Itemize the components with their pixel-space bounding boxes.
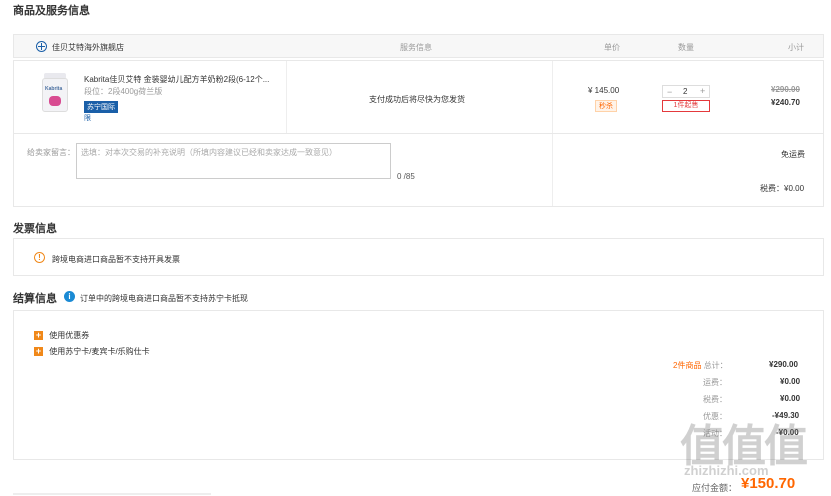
store-name[interactable]: 佳贝艾特海外旗舰店: [52, 42, 124, 53]
summary-total-row: 2件商品 总计：: [673, 360, 728, 371]
expand-card-icon: +: [34, 346, 43, 356]
product-name[interactable]: Kabrita佳贝艾特 金装婴幼儿配方羊奶粉2段(6-12个...: [84, 74, 279, 85]
watermark-site: zhizhizhi.com: [684, 463, 769, 478]
message-placeholder: 选填：对本次交易的补充说明（所填内容建议已经和卖家达成一致意见）: [81, 148, 337, 157]
qty-minus-button[interactable]: −: [667, 87, 672, 97]
col-header-subtotal: 小计: [788, 43, 804, 52]
flash-sale-tag: 秒杀: [595, 100, 617, 112]
product-package-label: Kabrita: [45, 86, 63, 92]
coupon-option-label: 使用优惠券: [49, 331, 90, 340]
unit-price: ¥ 145.00: [588, 86, 620, 95]
settlement-notice: 订单中的跨境电商进口商品暂不支持苏宁卡抵现: [80, 294, 248, 303]
message-row: 给卖家留言： 选填：对本次交易的补充说明（所填内容建议已经和卖家达成一致意见） …: [13, 133, 824, 207]
total-label: 总计：: [703, 361, 728, 370]
bottom-divider: [13, 493, 211, 495]
quantity-stepper: − 2 +: [662, 85, 710, 98]
invoice-section-title: 发票信息: [13, 223, 57, 235]
col-header-service: 服务信息: [400, 43, 432, 52]
tax-label: 税费：: [703, 395, 727, 404]
item-row: Kabrita Kabrita佳贝艾特 金装婴幼儿配方羊奶粉2段(6-12个..…: [13, 60, 824, 134]
original-subtotal: ¥290.00: [771, 85, 800, 94]
col-header-price: 单价: [604, 43, 620, 52]
min-purchase-note: 1件起售: [662, 100, 710, 112]
shipping-fee: 免运费: [781, 150, 805, 159]
invoice-notice: 跨境电商进口商品暂不支持开具发票: [52, 255, 180, 264]
product-section-title: 商品及服务信息: [13, 5, 90, 17]
warning-icon: !: [34, 252, 45, 263]
store-header: 佳贝艾特海外旗舰店 服务信息 单价 数量 小计: [13, 34, 824, 58]
product-spec: 段位：2段400g荷兰版: [84, 87, 163, 96]
intl-badge: 苏宁国际: [84, 101, 118, 113]
item-subtotal: ¥240.70: [771, 98, 800, 107]
service-info: 支付成功后将尽快为您发货: [369, 95, 465, 104]
expand-coupon-icon: +: [34, 330, 43, 340]
card-option[interactable]: + 使用苏宁卡/麦宾卡/乐购仕卡: [34, 346, 150, 357]
payable-label: 应付金额：: [692, 483, 738, 493]
store-globe-icon: [36, 41, 47, 52]
settlement-section-title: 结算信息: [13, 293, 57, 305]
tax-fee: 税费：¥0.00: [760, 184, 805, 193]
qty-plus-button[interactable]: +: [700, 86, 705, 96]
message-textarea[interactable]: 选填：对本次交易的补充说明（所填内容建议已经和卖家达成一致意见）: [76, 143, 391, 179]
info-icon: i: [64, 291, 75, 302]
message-char-counter: 0 /85: [397, 172, 415, 181]
limit-tag: 限: [84, 115, 91, 122]
product-image[interactable]: Kabrita: [41, 73, 69, 113]
col-header-qty: 数量: [678, 43, 694, 52]
freight-label: 运费：: [703, 378, 727, 387]
tax-value: ¥0.00: [780, 394, 801, 403]
invoice-box: ! 跨境电商进口商品暂不支持开具发票: [13, 238, 824, 276]
freight-value: ¥0.00: [780, 377, 801, 386]
item-count: 2件商品: [673, 361, 702, 370]
coupon-option[interactable]: + 使用优惠券: [34, 330, 89, 341]
card-option-label: 使用苏宁卡/麦宾卡/乐购仕卡: [49, 347, 150, 356]
qty-input[interactable]: 2: [683, 87, 687, 96]
message-label: 给卖家留言：: [27, 148, 75, 157]
total-value: ¥290.00: [769, 360, 798, 369]
